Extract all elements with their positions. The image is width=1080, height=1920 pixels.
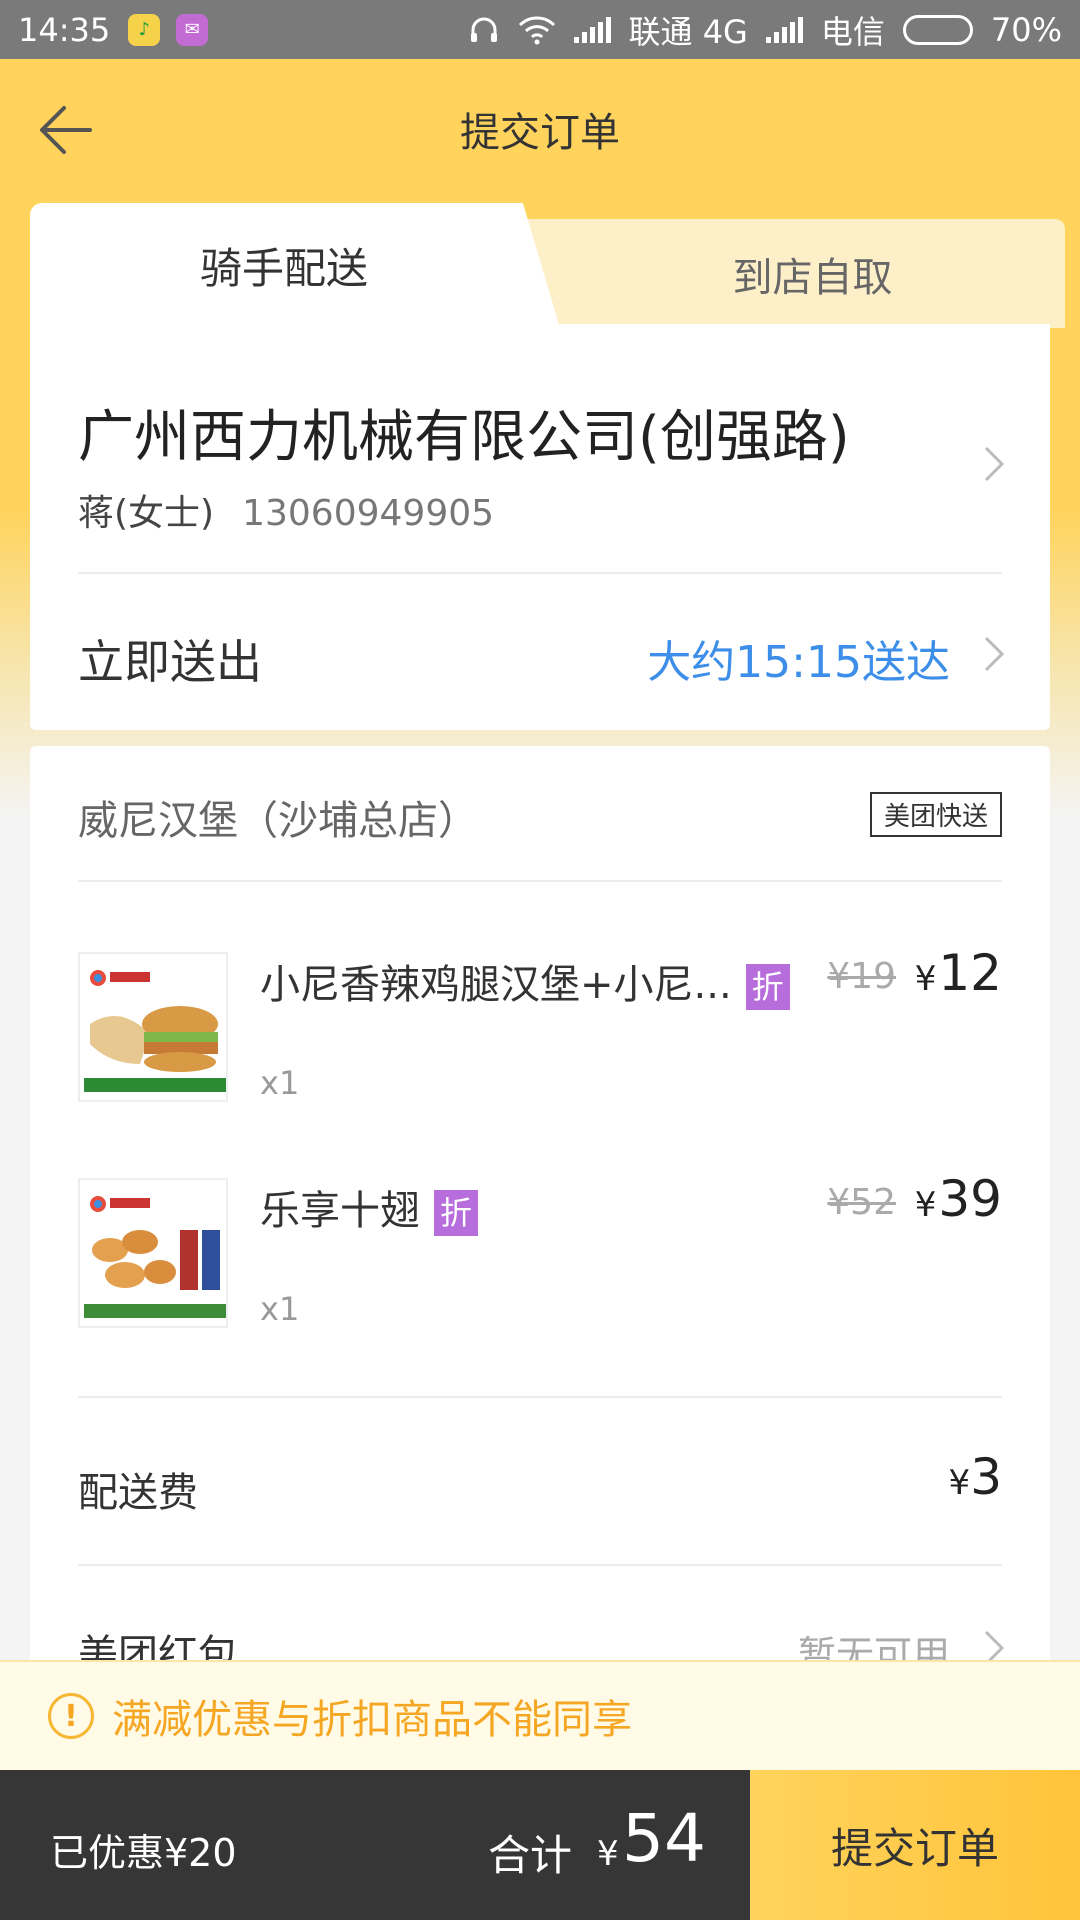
mail-app-icon: ✉: [176, 13, 209, 46]
item-price-value: 39: [938, 1170, 1002, 1228]
signal-icon: [573, 16, 611, 43]
delivery-fee-value: ¥3: [949, 1448, 1002, 1506]
chevron-right-icon: [984, 446, 1005, 482]
address-card[interactable]: 广州西力机械有限公司(创强路) 蒋(女士) 13060949905 立即送出 大约…: [30, 324, 1050, 730]
page-header: 提交订单: [0, 59, 1080, 199]
item-name: 乐享十翅折: [260, 1178, 479, 1236]
item-price-value: 12: [938, 944, 1002, 1002]
chicken-wings-image: [78, 1178, 228, 1328]
discount-tag: 折: [434, 1190, 479, 1236]
discount-notice: ! 满减优惠与折扣商品不能同享: [0, 1660, 1080, 1770]
total-label: 合计: [488, 1831, 573, 1880]
saved-amount: 已优惠¥20: [50, 1831, 237, 1875]
delivery-time-label: 立即送出: [78, 635, 262, 689]
checkout-bar: 已优惠¥20 合计 ¥ 54 提交订单: [0, 1770, 1080, 1920]
wifi-icon: [518, 15, 555, 44]
music-app-icon: ♪: [128, 13, 161, 46]
contact-phone: 13060949905: [242, 493, 495, 534]
tab-pickup[interactable]: 到店自取: [520, 219, 1065, 328]
headphones-icon: [470, 17, 497, 42]
currency-symbol: ¥: [914, 1185, 937, 1225]
delivery-service-badge: 美团快送: [869, 792, 1002, 837]
back-arrow-icon[interactable]: [34, 99, 96, 161]
item-name: 小尼香辣鸡腿汉堡+小尼... 折: [260, 952, 790, 1010]
burger-image: [78, 952, 228, 1102]
divider: [78, 572, 1002, 574]
currency-symbol: ¥: [597, 1834, 619, 1874]
battery-percent: 70%: [990, 10, 1062, 49]
exclamation-icon: !: [48, 1693, 94, 1739]
status-bar: 14:35 ♪ ✉ 联通 4G 电信 70%: [0, 0, 1080, 59]
order-item: 乐享十翅折 x1 ¥52 ¥39: [78, 1170, 1002, 1330]
tab-rider-delivery[interactable]: 骑手配送: [30, 203, 560, 328]
signal-icon: [765, 16, 803, 43]
carrier2-label: 电信: [820, 12, 885, 51]
total-amount: 54: [622, 1800, 706, 1877]
item-original-price: ¥19: [827, 956, 896, 997]
item-name-text: 乐享十翅: [260, 1188, 420, 1234]
chevron-right-icon: [984, 636, 1005, 672]
divider: [78, 1564, 1002, 1566]
address-title: 广州西力机械有限公司(创强路): [78, 405, 850, 470]
delivery-eta[interactable]: 大约15:15送达: [647, 626, 950, 690]
page-title: 提交订单: [460, 110, 620, 156]
item-price: ¥39: [915, 1170, 1002, 1228]
item-price: ¥12: [915, 944, 1002, 1002]
notice-text: 满减优惠与折扣商品不能同享: [112, 1697, 632, 1743]
currency-symbol: ¥: [914, 959, 937, 999]
delivery-mode-tabs: 到店自取 骑手配送: [30, 203, 1065, 328]
checkout-summary: 已优惠¥20 合计 ¥ 54: [0, 1770, 750, 1920]
carrier1-label: 联通 4G: [628, 12, 748, 51]
item-name-text: 小尼香辣鸡腿汉堡+小尼...: [260, 962, 732, 1008]
address-contact: 蒋(女士) 13060949905: [78, 484, 494, 536]
currency-symbol: ¥: [948, 1463, 971, 1503]
discount-tag: 折: [745, 964, 790, 1010]
contact-name: 蒋(女士): [78, 493, 215, 534]
item-original-price: ¥52: [827, 1182, 896, 1223]
delivery-fee-amount: 3: [970, 1448, 1002, 1506]
item-quantity: x1: [260, 1064, 300, 1102]
submit-order-button[interactable]: 提交订单: [750, 1770, 1080, 1920]
divider: [78, 1396, 1002, 1398]
item-quantity: x1: [260, 1290, 300, 1328]
status-time: 14:35: [18, 10, 111, 49]
divider: [78, 880, 1002, 882]
shop-name: 威尼汉堡（沙埔总店）: [78, 798, 478, 844]
order-item: 小尼香辣鸡腿汉堡+小尼... 折 x1 ¥19 ¥12: [78, 944, 1002, 1104]
battery-icon: [902, 14, 973, 45]
delivery-fee-label: 配送费: [78, 1470, 198, 1516]
